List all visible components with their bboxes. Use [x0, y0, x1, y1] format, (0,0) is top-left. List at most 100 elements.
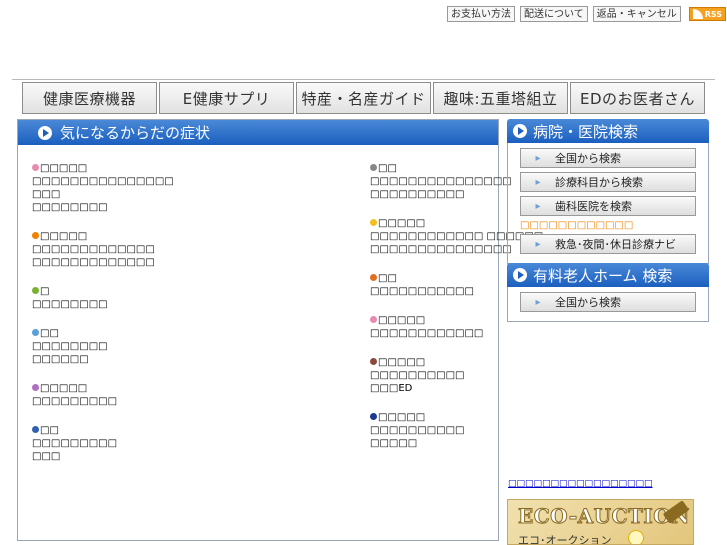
arrow-icon: ▸: [535, 238, 541, 250]
button-label: 診療科目から検索: [555, 176, 643, 189]
top-links: お支払い方法 配送について 返品・キャンセル RSS: [447, 6, 727, 22]
symptom-category-link[interactable]: □: [32, 285, 202, 298]
nav-tab-ed-doctor[interactable]: EDのお医者さん: [570, 82, 705, 114]
symptom-text: □□: [40, 328, 59, 339]
symptoms-left-column: □□□□□ □□□□□□□□□□□□□□□ □□□ □□□□□□□□ □□□□□ □□□□…: [32, 162, 202, 479]
nursing-home-header: 有料老人ホーム 検索: [507, 263, 709, 287]
symptom-item: □□□□□□□□: [32, 201, 202, 214]
symptom-text: □□: [378, 163, 397, 174]
sidebar-text-link[interactable]: □□□□□□□□□□□□□□□□□: [508, 479, 653, 489]
symptom-text: □□□□□□□□: [32, 202, 108, 213]
bullet-dot-icon: [32, 287, 39, 294]
payment-link[interactable]: お支払い方法: [447, 6, 515, 22]
symptom-group: □□□□□ □□□□□□□□□□ □□□□□: [370, 411, 540, 450]
symptom-text: □□□□□: [40, 231, 88, 242]
search-by-department-button[interactable]: ▸ 診療科目から検索: [520, 172, 696, 192]
nav-tab-supplements[interactable]: E健康サプリ: [159, 82, 294, 114]
symptom-category-link[interactable]: □□: [32, 424, 202, 437]
button-label: 全国から検索: [555, 296, 621, 309]
symptom-text: □□□□□: [378, 357, 426, 368]
symptom-item: □□□□□□□□□□□□□: [32, 243, 202, 256]
symptom-text: □□□□□□□□□□: [370, 425, 465, 436]
symptom-group: □□□□□□□□□□□□□□: [32, 382, 202, 408]
symptom-item: □□□: [32, 450, 202, 463]
bullet-dot-icon: [370, 164, 377, 171]
bullet-dot-icon: [370, 358, 377, 365]
symptom-item: □□□: [32, 188, 202, 201]
symptom-item: □□□□□: [370, 437, 540, 450]
play-circle-icon: [513, 124, 527, 138]
symptom-text: □: [40, 286, 50, 297]
symptom-text: □□: [40, 425, 59, 436]
symptom-text: □□: [378, 273, 397, 284]
symptom-text: □□□□□: [40, 383, 88, 394]
symptom-text: □□□□□□□□□□: [370, 370, 465, 381]
symptom-text: □□□□□: [40, 163, 88, 174]
symptom-item: □□□□□□□□: [32, 298, 202, 311]
symptoms-title: 気になるからだの症状: [60, 124, 211, 142]
play-circle-icon: [38, 125, 52, 140]
hospital-search-panel: 病院・医院検索 ▸ 全国から検索 ▸ 診療科目から検索 ▸ 歯科医院を検索 □□□□□…: [507, 119, 709, 264]
symptom-group: □□□□□ □□□□□□□□□□ □□□ED: [370, 356, 540, 395]
rss-label: RSS: [704, 9, 723, 19]
header-divider: [12, 79, 715, 80]
symptom-text: □□□□□□: [32, 354, 89, 365]
symptom-item: □□□ED: [370, 382, 540, 395]
button-label: 全国から検索: [555, 152, 621, 165]
bullet-dot-icon: [370, 219, 377, 226]
symptom-text: □□□□□□□□□□□□□□□: [370, 244, 512, 255]
main-nav: 健康医療機器 E健康サプリ 特産・名産ガイド 趣味:五重塔組立 EDのお医者さん: [22, 82, 705, 114]
symptom-category-link[interactable]: □□□□□: [32, 382, 202, 395]
symptom-text: □□□□□□□□□□: [370, 189, 465, 200]
returns-link[interactable]: 返品・キャンセル: [592, 6, 681, 22]
arrow-icon: ▸: [535, 176, 541, 188]
hospital-search-title: 病院・医院検索: [533, 122, 639, 141]
bullet-dot-icon: [32, 164, 39, 171]
symptom-category-link[interactable]: □□□□□: [32, 162, 202, 175]
emergency-navi-button[interactable]: ▸ 救急･夜間･休日診療ナビ: [520, 234, 696, 254]
nursing-search-nationwide-button[interactable]: ▸ 全国から検索: [520, 292, 696, 312]
nav-tab-health-devices[interactable]: 健康医療機器: [22, 82, 157, 114]
symptom-text: □□□□□□□□: [32, 341, 108, 352]
symptom-group: □□ □□□□□□□□ □□□□□□: [32, 327, 202, 366]
symptom-text: □□□: [32, 451, 61, 462]
hospital-search-body: ▸ 全国から検索 ▸ 診療科目から検索 ▸ 歯科医院を検索 □□□□□□□□□□□□ …: [507, 143, 709, 264]
search-nationwide-button[interactable]: ▸ 全国から検索: [520, 148, 696, 168]
emergency-note: □□□□□□□□□□□□: [520, 220, 634, 231]
symptom-text: □□□□□□□□□□□□□□□: [370, 176, 512, 187]
nav-tab-specialty-guide[interactable]: 特産・名産ガイド: [296, 82, 431, 114]
nav-tab-pagoda-kit[interactable]: 趣味:五重塔組立: [433, 82, 568, 114]
search-dental-button[interactable]: ▸ 歯科医院を検索: [520, 196, 696, 216]
coin-icon: [628, 530, 644, 544]
symptom-category-link[interactable]: □□□□□: [370, 356, 540, 369]
symptom-group: □□□□□□□□□□□□□□□□□□□□□□□□□□□□□□□: [32, 230, 202, 269]
shipping-link[interactable]: 配送について: [520, 6, 588, 22]
symptom-text: □□□□□□□□□□□□: [370, 328, 484, 339]
rss-button[interactable]: RSS: [688, 7, 727, 21]
rss-icon: [692, 9, 703, 19]
nursing-home-panel: 有料老人ホーム 検索 ▸ 全国から検索: [507, 263, 709, 322]
symptom-category-link[interactable]: □□□□□: [370, 411, 540, 424]
symptom-item: □□□□□□□□□□□□: [370, 327, 540, 340]
nursing-home-body: ▸ 全国から検索: [507, 287, 709, 322]
eco-auction-banner[interactable]: ECO-AUCTION エコ･オークション: [507, 499, 694, 545]
symptoms-header: 気になるからだの症状: [18, 120, 498, 145]
eco-auction-subtitle: エコ･オークション: [518, 534, 612, 545]
button-label: 救急･夜間･休日診療ナビ: [555, 238, 676, 251]
bullet-dot-icon: [370, 413, 377, 420]
symptom-text: □□□□□□□□: [32, 299, 108, 310]
arrow-icon: ▸: [535, 296, 541, 308]
symptom-group: □□□□□□□□□□□□□□□□□□□□□□□□□□□□□□□: [32, 162, 202, 214]
symptom-category-link[interactable]: □□: [32, 327, 202, 340]
bullet-dot-icon: [370, 316, 377, 323]
symptom-text: □□□□□: [370, 438, 418, 449]
symptom-category-link[interactable]: □□□□□: [32, 230, 202, 243]
symptom-text: □□□□□: [378, 412, 426, 423]
symptom-group: □ □□□□□□□□: [32, 285, 202, 311]
bullet-dot-icon: [370, 274, 377, 281]
symptom-text: □□□ED: [370, 383, 413, 394]
symptom-text: □□□: [32, 189, 61, 200]
hospital-search-header: 病院・医院検索: [507, 119, 709, 143]
button-label: 歯科医院を検索: [555, 200, 632, 213]
symptom-text: □□□□□□□□□□□□□: [32, 244, 155, 255]
